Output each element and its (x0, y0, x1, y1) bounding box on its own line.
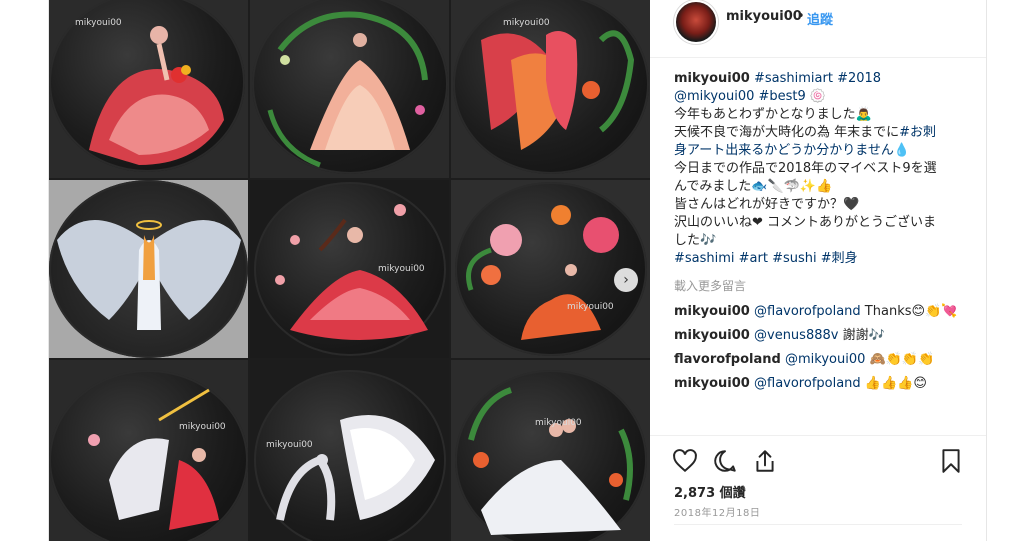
post-author-username[interactable]: mikyoui00 (726, 9, 802, 24)
caption-hashtags[interactable]: #sashimiart #2018 (754, 71, 881, 86)
avatar[interactable] (674, 0, 718, 44)
caption-line-6: 今日までの作品で2018年のマイベスト9を選 (674, 161, 937, 176)
follow-button[interactable]: 追蹤 (807, 9, 833, 28)
page-right-margin (987, 0, 1034, 541)
comment-mention[interactable]: @venus888v (754, 328, 838, 343)
caption-line-9: 沢山のいいね❤ コメントありがとうございま (674, 215, 937, 230)
comment-username[interactable]: mikyoui00 (674, 376, 750, 391)
caption-line-7: んでみました🐟🔪🦈✨👍 (674, 179, 833, 194)
watermark: mikyoui00 (75, 18, 122, 28)
comment-text: 👍👍👍😊 (860, 376, 927, 391)
post-side-panel: mikyoui00 • 追蹤 mikyoui00 #sashimiart #20… (650, 0, 986, 541)
caption-line-10: した🎶 (674, 233, 717, 248)
comment-bubble-icon[interactable] (712, 448, 738, 474)
bookmark-icon[interactable] (938, 448, 964, 474)
caption-text: 天候不良で海が大時化の為 年末までに (674, 125, 900, 140)
sashimi-gown-art (267, 11, 428, 168)
carousel-next-button[interactable]: › (614, 268, 638, 292)
watermark: mikyoui00 (266, 440, 313, 450)
grid-tile-1: mikyoui00 (49, 0, 248, 178)
sashimi-pegasus-art (276, 415, 435, 521)
caption-hashtags-footer[interactable]: #sashimi #art #sushi #刺身 (674, 250, 964, 268)
comment-text: 🙈👏👏👏 (865, 352, 935, 367)
comment-text: Thanks😊👏💘 (860, 304, 958, 319)
comment-mention[interactable]: @flavorofpoland (754, 304, 861, 319)
post-actions: 2,873 個讚 2018年12月18日 (650, 435, 986, 542)
comment-item: mikyoui00 @flavorofpoland 👍👍👍😊 (674, 372, 974, 396)
comment-item: flavorofpoland @mikyoui00 🙈👏👏👏 (674, 348, 974, 372)
comment-item: mikyoui00 @venus888v 謝謝🎶 (674, 324, 974, 348)
chevron-right-icon: › (623, 272, 629, 288)
caption-line-1: mikyoui00 #sashimiart #2018 (674, 70, 964, 88)
caption-hashtag-link[interactable]: #お刺 (899, 125, 936, 140)
watermark: mikyoui00 (179, 422, 226, 432)
comment-mention[interactable]: @flavorofpoland (754, 376, 861, 391)
caption-username[interactable]: mikyoui00 (674, 71, 750, 86)
post-image[interactable]: mikyoui00 mikyoui00 mikyoui00 mikyoui00 … (49, 0, 650, 541)
comment-username[interactable]: mikyoui00 (674, 328, 750, 343)
watermark: mikyoui00 (535, 418, 582, 428)
add-comment-divider (674, 524, 962, 525)
caption-text: 💧 (893, 143, 911, 158)
caption-mention[interactable]: @mikyoui00 #best9 (674, 89, 806, 104)
header-separator: • (797, 9, 805, 24)
sashimi-unicorn-art (88, 388, 219, 530)
sashimi-wedding-art (468, 387, 633, 535)
watermark: mikyoui00 (378, 264, 425, 274)
comment-username[interactable]: flavorofpoland (674, 352, 781, 367)
grid-tile-4 (49, 180, 248, 358)
comment-username[interactable]: mikyoui00 (674, 304, 750, 319)
post-date: 2018年12月18日 (674, 508, 761, 519)
share-icon[interactable] (752, 448, 778, 474)
load-more-comments-link[interactable]: 載入更多留言 (674, 277, 746, 294)
caption-line-3: 今年もあとわずかとなりました🙇‍♂ (674, 107, 872, 122)
grid-tile-7: mikyoui00 (49, 360, 248, 541)
caption-hashtag-link[interactable]: 身アート出来るかどうか分かりません (674, 143, 894, 158)
caption-line-5: 身アート出来るかどうか分かりません💧 (674, 142, 964, 160)
caption-line-2: @mikyoui00 #best9 🍥 (674, 88, 964, 106)
grid-tile-8: mikyoui00 (250, 360, 449, 541)
caption-line-4: 天候不良で海が大時化の為 年末までに#お刺 (674, 124, 964, 142)
grid-tile-3: mikyoui00 (451, 0, 650, 178)
watermark: mikyoui00 (567, 302, 614, 312)
watermark: mikyoui00 (503, 18, 550, 28)
post-header: mikyoui00 • 追蹤 (650, 0, 986, 58)
sashimi-angel-wings-art (57, 220, 241, 330)
grid-tile-2 (250, 0, 449, 178)
comment-item: mikyoui00 @flavorofpoland Thanks😊👏💘 (674, 300, 974, 324)
sashimi-phoenix-art (481, 30, 635, 151)
grid-tile-5: mikyoui00 (250, 180, 449, 358)
caption-line-8: 皆さんはどれが好きですか？🖤 (674, 197, 860, 212)
comment-mention[interactable]: @mikyoui00 (785, 352, 865, 367)
page-left-margin (0, 0, 48, 541)
grid-tile-9: mikyoui00 (451, 360, 650, 541)
comment-list: mikyoui00 @flavorofpoland Thanks😊👏💘 miky… (674, 300, 974, 396)
heart-icon[interactable] (672, 448, 698, 474)
comment-text: 謝謝🎶 (838, 328, 885, 343)
likes-count[interactable]: 2,873 個讚 (674, 482, 746, 501)
caption-text: 🍥 (805, 89, 827, 104)
post-caption: mikyoui00 #sashimiart #2018 @mikyoui00 #… (674, 70, 964, 268)
